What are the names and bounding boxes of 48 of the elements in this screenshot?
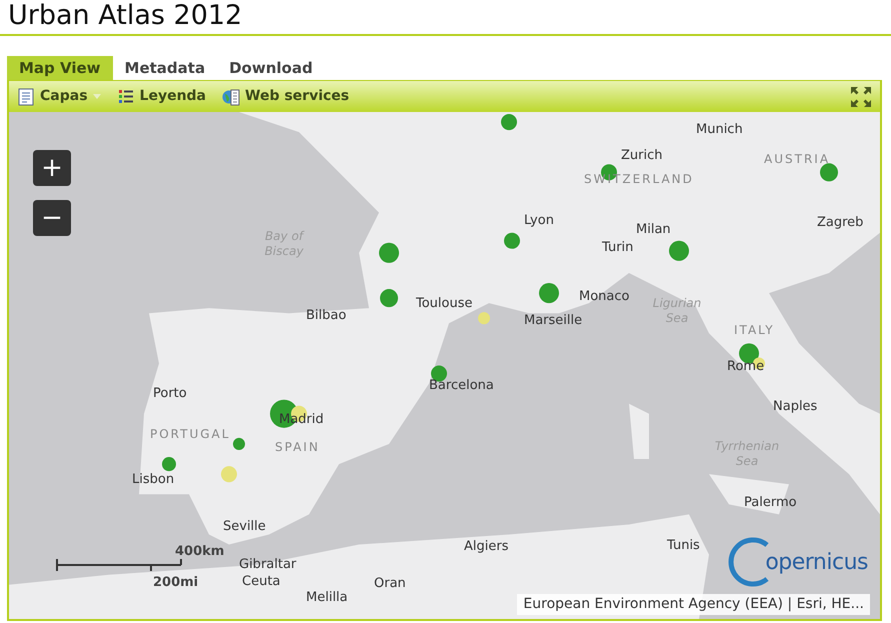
fullscreen-icon[interactable]	[850, 86, 872, 108]
city-label: Ceuta	[242, 574, 280, 589]
globe-icon	[222, 88, 240, 106]
zoom-in-button[interactable]: +	[33, 150, 71, 186]
city-label: Rome	[727, 359, 764, 374]
city-label: Oran	[374, 576, 406, 591]
city-label: Zurich	[621, 148, 662, 163]
city-label: Seville	[223, 519, 266, 534]
scale-mi-label: 200mi	[153, 574, 198, 592]
city-label: Porto	[153, 386, 187, 401]
city-label: Naples	[773, 399, 818, 414]
city-label: Toulouse	[416, 296, 473, 311]
city-label: Milan	[636, 222, 671, 237]
city-label: Bilbao	[306, 308, 346, 323]
city-label: Lyon	[524, 213, 554, 228]
country-label: ITALY	[734, 323, 775, 338]
country-label: AUSTRIA	[764, 152, 830, 167]
page-title: Urban Atlas 2012	[7, 0, 244, 32]
city-label: Monaco	[579, 289, 630, 304]
tab[interactable]: Metadata	[112, 56, 218, 80]
country-label: SWITZERLAND	[584, 172, 694, 187]
document-icon	[17, 88, 35, 106]
city-label: Madrid	[279, 412, 324, 427]
city-label: Lisbon	[132, 472, 174, 487]
toolbar-button[interactable]: Web services	[222, 86, 350, 107]
city-label: Palermo	[744, 495, 797, 510]
map-drawing[interactable]	[9, 112, 880, 619]
city-label: Zagreb	[817, 215, 864, 230]
zoom-out-button[interactable]: −	[33, 200, 71, 236]
scale-km-label: 400km	[175, 543, 224, 561]
scale-bar-icon	[55, 558, 185, 572]
tab[interactable]: Download	[217, 56, 325, 80]
city-label: Munich	[696, 122, 743, 137]
city-label: Tunis	[667, 538, 700, 553]
city-label: Melilla	[306, 590, 348, 605]
toolbar-button[interactable]: Leyenda	[116, 86, 206, 107]
list-icon	[116, 88, 135, 106]
toolbar-button[interactable]: Capas	[17, 86, 101, 107]
attribution-text: European Environment Agency (EEA) | Esri, HE...	[517, 594, 870, 615]
country-label: PORTUGAL	[150, 427, 230, 442]
tab[interactable]: Map View	[7, 56, 113, 80]
city-label: Barcelona	[429, 378, 494, 393]
country-label: SPAIN	[275, 440, 320, 455]
city-label: Gibraltar	[239, 557, 296, 572]
city-label: Algiers	[464, 539, 508, 554]
city-label: Turin	[602, 240, 634, 255]
logo-text: opernicus	[765, 548, 868, 576]
city-label: Marseille	[524, 313, 582, 328]
